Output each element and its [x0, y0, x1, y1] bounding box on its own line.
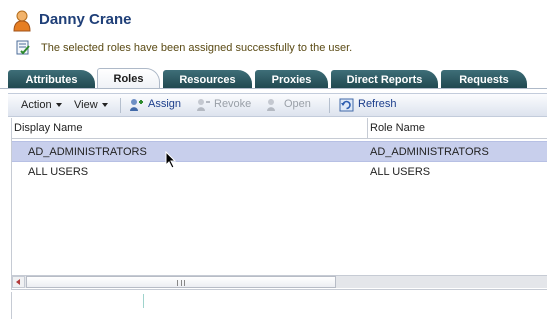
page-header: Danny Crane: [0, 0, 547, 36]
user-icon: [13, 10, 31, 32]
open-button[interactable]: Open: [284, 98, 311, 110]
chevron-down-icon: [101, 103, 108, 107]
refresh-icon[interactable]: [339, 98, 354, 112]
tab-proxies[interactable]: Proxies: [255, 70, 328, 88]
role-name-cell: AD_ADMINISTRATORS: [370, 146, 489, 158]
confirmation-text: The selected roles have been assigned su…: [41, 42, 353, 54]
tab-resources[interactable]: Resources: [163, 70, 252, 88]
tab-divider: [0, 88, 547, 89]
roles-table: Display Name Role Name AD_ADMINISTRATORS…: [11, 118, 547, 290]
role-name-cell: ALL USERS: [370, 166, 431, 178]
toolbar-separator: [329, 98, 330, 113]
open-icon[interactable]: [265, 98, 280, 112]
chevron-down-icon: [55, 103, 62, 107]
footer-divider: [143, 294, 144, 308]
column-header-role-name[interactable]: Role Name: [370, 122, 425, 134]
page-title: Danny Crane: [39, 11, 132, 28]
display-name-cell: ALL USERS: [28, 166, 89, 178]
action-menu-label: Action: [21, 99, 52, 111]
display-name-cell: AD_ADMINISTRATORS: [28, 146, 147, 158]
column-resizer[interactable]: [367, 118, 368, 139]
assign-icon[interactable]: [129, 98, 144, 112]
table-header: Display Name Role Name: [12, 118, 547, 139]
revoke-button[interactable]: Revoke: [214, 98, 251, 110]
tab-bar: Attributes Roles Resources Proxies Direc…: [0, 66, 547, 89]
checklist-icon: [16, 40, 30, 55]
toolbar: Action View Assign Revoke Open Refresh: [8, 93, 547, 117]
grip-icon: [177, 280, 185, 286]
view-menu[interactable]: View: [74, 94, 108, 116]
column-header-display-name[interactable]: Display Name: [14, 122, 82, 134]
mouse-cursor-icon: [165, 151, 177, 169]
refresh-button[interactable]: Refresh: [358, 98, 397, 110]
table-row[interactable]: ALL USERS ALL USERS: [12, 162, 547, 183]
table-row[interactable]: AD_ADMINISTRATORS AD_ADMINISTRATORS: [12, 141, 547, 162]
scroll-left-button[interactable]: [12, 276, 25, 288]
tab-direct-reports[interactable]: Direct Reports: [331, 70, 438, 88]
scrollbar-thumb[interactable]: [26, 276, 336, 288]
toolbar-separator: [120, 98, 121, 113]
assign-button[interactable]: Assign: [148, 98, 181, 110]
tab-roles[interactable]: Roles: [97, 68, 160, 89]
action-menu[interactable]: Action: [21, 94, 62, 116]
tab-attributes[interactable]: Attributes: [8, 70, 95, 88]
revoke-icon[interactable]: [196, 98, 211, 112]
confirmation-message: The selected roles have been assigned su…: [0, 38, 547, 58]
tab-requests[interactable]: Requests: [441, 70, 527, 88]
view-menu-label: View: [74, 99, 98, 111]
horizontal-scrollbar[interactable]: [12, 275, 547, 288]
chevron-left-icon: [16, 279, 20, 285]
table-footer: [11, 292, 547, 319]
